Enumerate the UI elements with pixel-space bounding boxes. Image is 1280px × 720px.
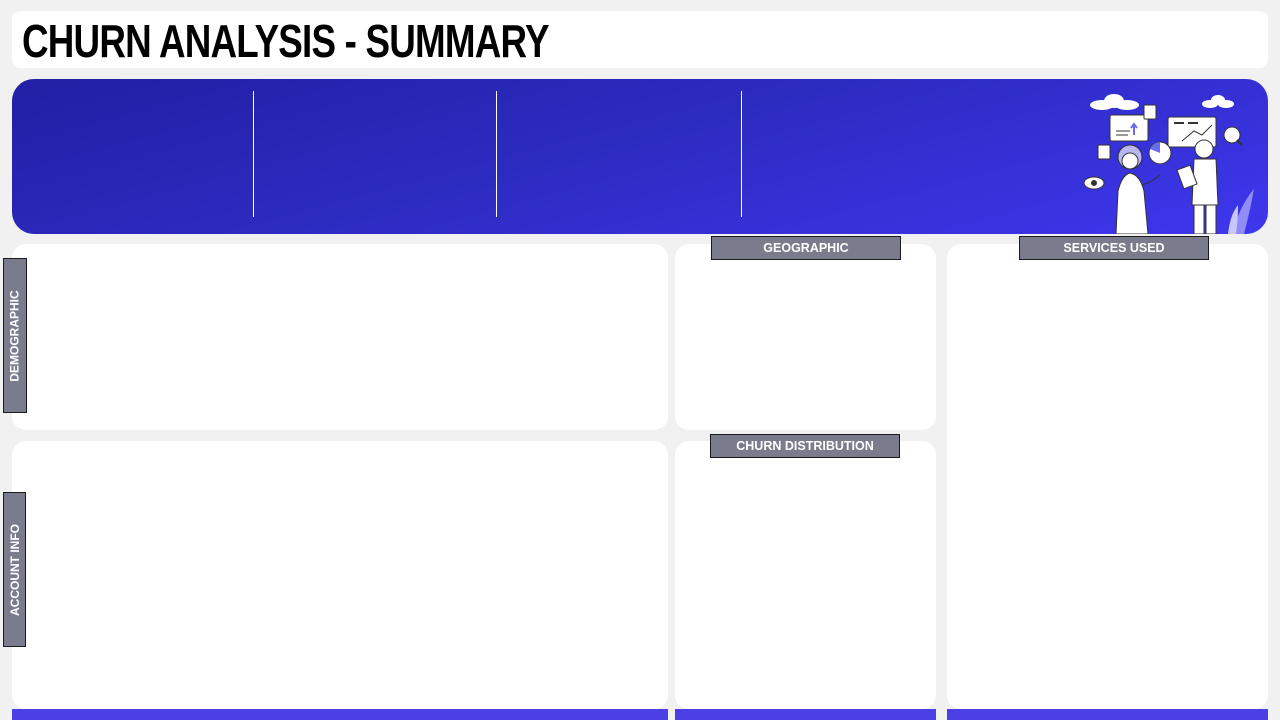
demographic-panel	[12, 244, 668, 430]
kpi-banner	[12, 79, 1268, 234]
account-info-label-text: ACCOUNT INFO	[7, 523, 22, 616]
account-info-panel	[12, 441, 668, 709]
geographic-label-text: GEOGRAPHIC	[763, 241, 849, 255]
distribution-accent-strip	[675, 709, 936, 720]
analytics-team-illustration	[1083, 94, 1254, 234]
churn-distribution-panel	[675, 441, 936, 709]
churn-distribution-label: CHURN DISTRIBUTION	[710, 434, 900, 458]
geographic-label: GEOGRAPHIC	[711, 236, 901, 260]
churn-distribution-label-text: CHURN DISTRIBUTION	[736, 439, 874, 453]
page-title: CHURN ANALYSIS - SUMMARY	[22, 15, 550, 67]
services-used-panel	[947, 244, 1268, 709]
account-info-label: ACCOUNT INFO	[3, 492, 26, 647]
services-used-label: SERVICES USED	[1019, 236, 1209, 260]
geographic-panel	[675, 244, 936, 430]
kpi-divider-3	[741, 91, 742, 217]
services-used-label-text: SERVICES USED	[1063, 241, 1165, 255]
kpi-card-4[interactable]	[743, 91, 1063, 217]
kpi-divider-1	[253, 91, 254, 217]
kpi-divider-2	[496, 91, 497, 217]
title-bar: CHURN ANALYSIS - SUMMARY	[12, 11, 1268, 68]
demographic-label: DEMOGRAPHIC	[3, 258, 27, 413]
kpi-card-2[interactable]	[255, 91, 495, 217]
services-accent-strip	[947, 709, 1268, 720]
kpi-card-1[interactable]	[22, 91, 252, 217]
demographic-label-text: DEMOGRAPHIC	[8, 289, 22, 382]
kpi-card-3[interactable]	[498, 91, 738, 217]
demographic-accent-strip	[12, 709, 668, 720]
